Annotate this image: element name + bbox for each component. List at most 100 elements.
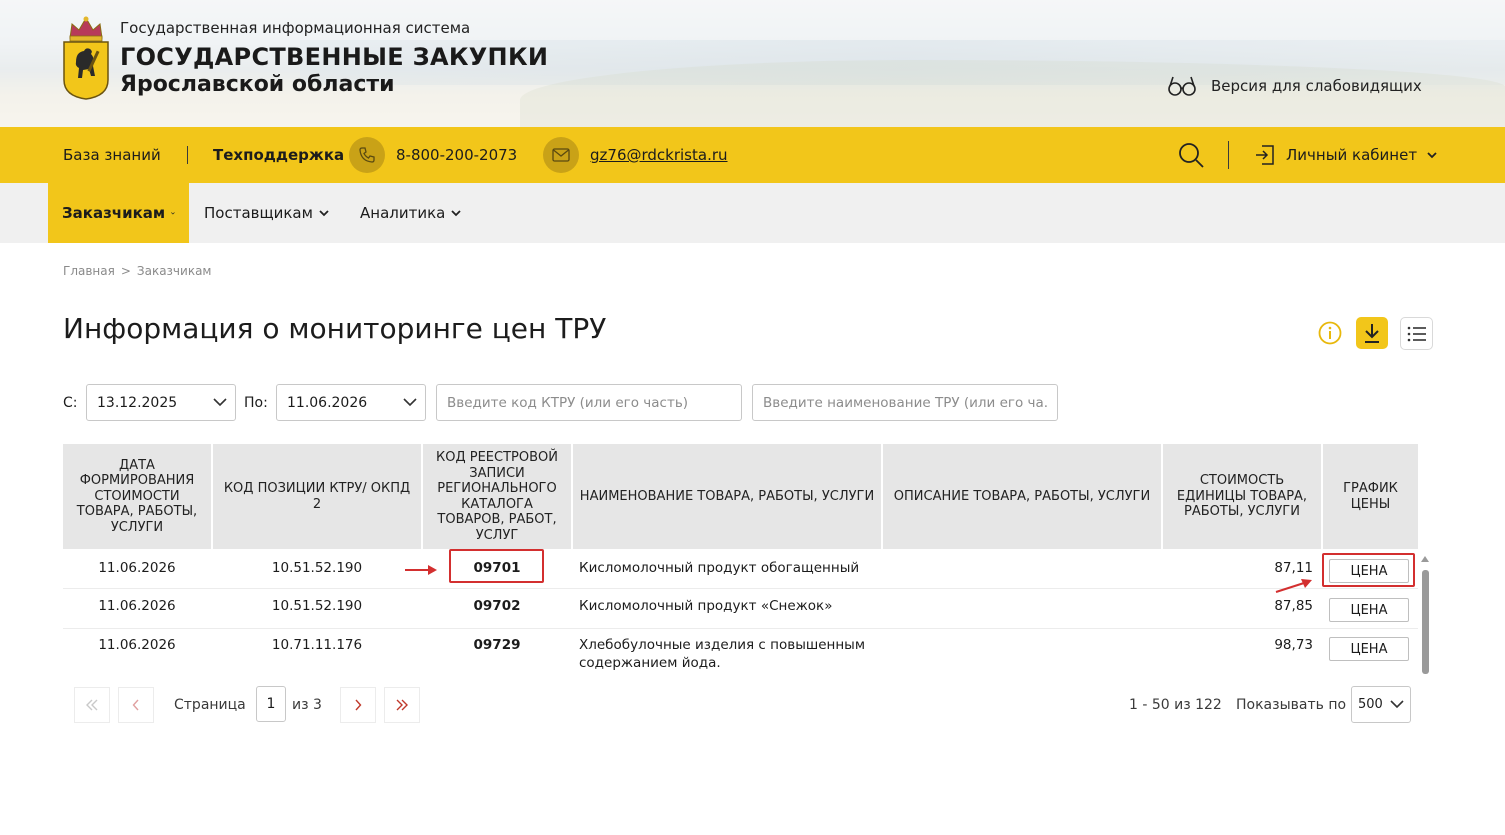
search-icon <box>1179 143 1204 168</box>
double-chevron-right-icon <box>396 699 408 711</box>
price-chart-button[interactable]: ЦЕНА <box>1329 637 1409 661</box>
columns-settings-button[interactable] <box>1400 317 1433 350</box>
first-page-button[interactable] <box>74 687 110 723</box>
chevron-down-icon <box>403 398 417 407</box>
email-address: gz76@rdckrista.ru <box>590 146 728 164</box>
table-scrollbar[interactable] <box>1422 570 1429 674</box>
double-chevron-left-icon <box>86 699 98 711</box>
info-icon[interactable] <box>1318 321 1342 345</box>
ktru-code-input[interactable] <box>436 384 742 421</box>
column-header-price-chart[interactable]: ГРАФИК ЦЕНЫ <box>1323 444 1418 549</box>
divider <box>187 146 188 164</box>
divider <box>1228 141 1229 169</box>
last-page-button[interactable] <box>384 687 420 723</box>
breadcrumb-separator: > <box>120 264 131 278</box>
cell-date: 11.06.2026 <box>98 560 176 576</box>
column-header-name[interactable]: НАИМЕНОВАНИЕ ТОВАРА, РАБОТЫ, УСЛУГИ <box>573 444 881 549</box>
table-row[interactable]: 11.06.2026 10.71.11.176 09729 Хлебобулоч… <box>63 630 1418 676</box>
chevron-down-icon <box>451 209 461 216</box>
download-button[interactable] <box>1356 317 1388 349</box>
price-button-highlight <box>1322 553 1415 587</box>
column-header-ktru-code[interactable]: КОД ПОЗИЦИИ КТРУ/ ОКПД 2 <box>213 444 421 549</box>
support-label: Техподдержка <box>213 146 345 164</box>
column-header-description[interactable]: ОПИСАНИЕ ТОВАРА, РАБОТЫ, УСЛУГИ <box>883 444 1161 549</box>
personal-account-menu[interactable]: Личный кабинет <box>1254 127 1437 183</box>
cell-date: 11.06.2026 <box>98 598 176 614</box>
cell-registry-code: 09702 <box>473 598 521 614</box>
cell-unit-price: 98,73 <box>1274 637 1313 653</box>
chevron-left-icon <box>132 699 139 711</box>
column-header-unit-price[interactable]: СТОИМОСТЬ ЕДИНИЦЫ ТОВАРА, РАБОТЫ, УСЛУГИ <box>1163 444 1321 549</box>
accessibility-version-link[interactable]: Версия для слабовидящих <box>1167 74 1422 98</box>
mail-icon <box>543 137 579 173</box>
annotation-arrow-icon <box>405 565 437 575</box>
date-from-value: 13.12.2025 <box>97 394 178 411</box>
chevron-down-icon <box>1427 151 1437 158</box>
price-chart-button[interactable]: ЦЕНА <box>1329 598 1409 622</box>
knowledge-base-link[interactable]: База знаний <box>63 127 161 183</box>
cell-registry-code: 09729 <box>473 637 521 653</box>
per-page-label: Показывать по <box>1236 697 1347 713</box>
site-subtitle[interactable]: Ярославской области <box>120 72 395 97</box>
date-to-value: 11.06.2026 <box>287 394 368 411</box>
page-title: Информация о мониторинге цен ТРУ <box>63 312 607 345</box>
breadcrumb: Главная > Заказчикам <box>63 264 211 278</box>
prev-page-button[interactable] <box>118 687 154 723</box>
cell-name: Кисломолочный продукт «Снежок» <box>579 598 833 614</box>
tab-customers[interactable]: Заказчикам <box>48 183 189 243</box>
list-icon <box>1407 326 1426 341</box>
tab-analytics-label: Аналитика <box>360 204 446 222</box>
login-icon <box>1256 145 1274 165</box>
chevron-down-icon <box>213 398 227 407</box>
cell-unit-price: 87,85 <box>1274 598 1313 614</box>
site-title[interactable]: ГОСУДАРСТВЕННЫЕ ЗАКУПКИ <box>120 43 548 71</box>
cell-unit-price: 87,11 <box>1274 560 1313 576</box>
scrollbar-up-arrow[interactable] <box>1421 556 1429 562</box>
phone-icon <box>349 137 385 173</box>
phone-number: 8-800-200-2073 <box>396 146 518 164</box>
download-icon <box>1365 324 1379 343</box>
tru-name-input[interactable] <box>752 384 1058 421</box>
chevron-down-icon <box>171 211 175 215</box>
per-page-value: 500 <box>1358 697 1383 712</box>
tab-analytics[interactable]: Аналитика <box>360 183 461 243</box>
per-page-select[interactable]: 500 <box>1351 686 1411 723</box>
date-to-select[interactable]: 11.06.2026 <box>276 384 426 421</box>
phone-link[interactable]: 8-800-200-2073 <box>349 127 517 183</box>
tab-suppliers-label: Поставщикам <box>204 204 313 222</box>
glasses-icon <box>1168 76 1196 96</box>
tab-customers-label: Заказчикам <box>62 204 166 222</box>
chevron-right-icon <box>355 699 362 711</box>
chevron-down-icon <box>1390 700 1404 709</box>
page-label: Страница <box>174 697 246 713</box>
cell-name: Хлебобулочные изделия с повышенным содер… <box>579 637 866 671</box>
table-row[interactable]: 11.06.2026 10.51.52.190 09701 Кисломолоч… <box>63 550 1418 589</box>
main-nav: Заказчикам Поставщикам Аналитика <box>0 183 1505 243</box>
date-from-select[interactable]: 13.12.2025 <box>86 384 236 421</box>
page-count-label: из 3 <box>292 697 322 713</box>
annotation-arrow-icon <box>1275 579 1312 593</box>
cell-ktru-code: 10.51.52.190 <box>271 598 363 614</box>
header-banner: Государственная информационная система Г… <box>0 0 1505 127</box>
email-link[interactable]: gz76@rdckrista.ru <box>543 127 728 183</box>
table-row[interactable]: 11.06.2026 10.51.52.190 09702 Кисломолоч… <box>63 590 1418 629</box>
date-to-label: По: <box>244 395 268 411</box>
tab-suppliers[interactable]: Поставщикам <box>204 183 329 243</box>
search-button[interactable] <box>1177 127 1205 183</box>
cell-ktru-code: 10.71.11.176 <box>271 637 363 653</box>
page-number-input[interactable] <box>256 686 286 722</box>
registry-code-highlight <box>449 549 544 583</box>
column-header-registry-code[interactable]: КОД РЕЕСТРОВОЙ ЗАПИСИ РЕГИОНАЛЬНОГО КАТА… <box>423 444 571 549</box>
system-name: Государственная информационная система <box>120 19 471 37</box>
next-page-button[interactable] <box>340 687 376 723</box>
breadcrumb-home[interactable]: Главная <box>63 264 115 278</box>
personal-account-label: Личный кабинет <box>1286 146 1418 164</box>
chevron-down-icon <box>319 209 329 216</box>
top-contact-bar: База знаний Техподдержка 8-800-200-2073 … <box>0 127 1505 183</box>
cell-name: Кисломолочный продукт обогащенный <box>579 560 860 576</box>
column-header-date[interactable]: ДАТА ФОРМИРОВАНИЯ СТОИМОСТИ ТОВАРА, РАБО… <box>63 444 211 549</box>
date-from-label: С: <box>63 395 78 411</box>
breadcrumb-current[interactable]: Заказчикам <box>137 264 212 278</box>
yaroslavl-coat-of-arms-icon[interactable] <box>62 14 110 100</box>
cell-date: 11.06.2026 <box>98 637 176 653</box>
